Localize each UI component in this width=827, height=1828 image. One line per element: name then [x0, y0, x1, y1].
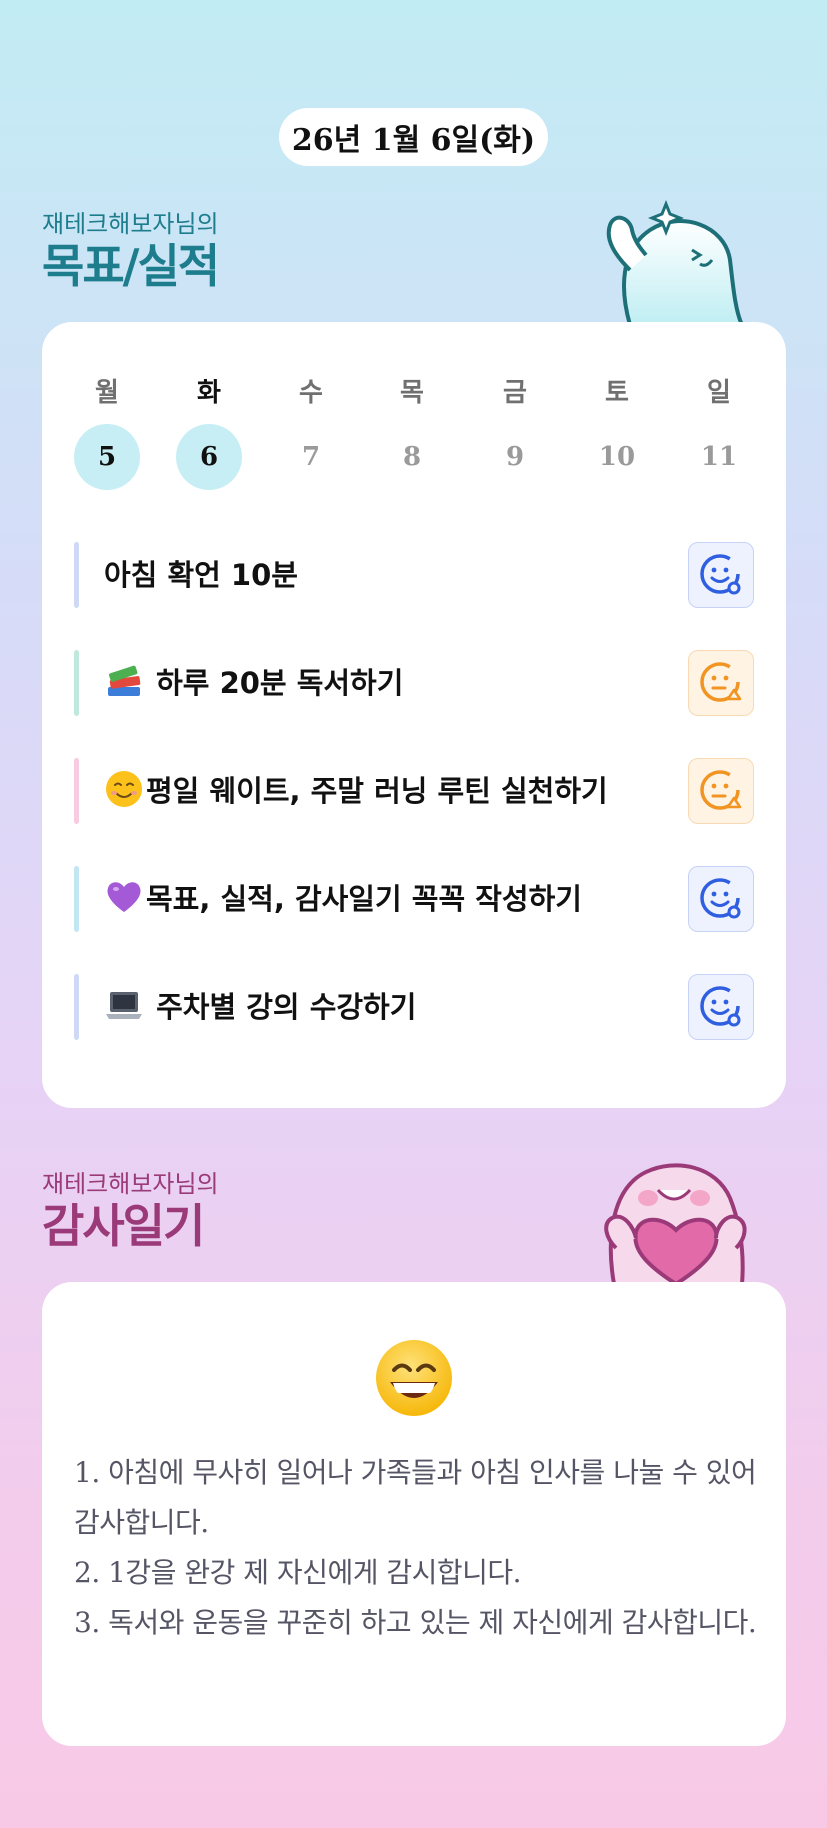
purple-heart-icon — [107, 882, 141, 912]
goal-label: 주차별 강의 수강하기 — [104, 974, 416, 1040]
weekday-label: 토 — [605, 378, 629, 408]
goal-item[interactable]: 주차별 강의 수강하기 — [74, 974, 754, 1040]
diary-line: 3. 독서와 운동을 꾸준히 하고 있는 제 자신에게 감사합니다. — [74, 1606, 757, 1639]
goal-text: 주차별 강의 수강하기 — [156, 990, 417, 1024]
status-meh-button[interactable] — [688, 758, 754, 824]
goal-bar — [74, 866, 79, 932]
status-smile-button[interactable] — [688, 866, 754, 932]
status-smile-button[interactable] — [688, 542, 754, 608]
date-cell[interactable]: 8 — [379, 424, 445, 490]
goal-text: 평일 웨이트, 주말 러닝 루틴 실천하기 — [146, 774, 608, 808]
goals-section-title: 목표/실적 — [42, 239, 220, 293]
books-icon — [108, 665, 141, 696]
goal-label: 평일 웨이트, 주말 러닝 루틴 실천하기 — [104, 758, 608, 824]
weekday-label: 월 — [95, 378, 119, 408]
goal-label: 하루 20분 독서하기 — [104, 650, 403, 716]
weekday-label: 일 — [707, 378, 731, 408]
goal-text: 하루 20분 독서하기 — [156, 666, 404, 700]
goal-label: 아침 확언 10분 — [104, 542, 298, 608]
smile-blue-icon — [700, 878, 741, 919]
goal-item[interactable]: 아침 확언 10분 — [74, 542, 754, 608]
smile-blue-icon — [700, 554, 741, 595]
ghost-mascot-icon — [606, 200, 745, 325]
goal-item[interactable]: 목표, 실적, 감사일기 꼭꼭 작성하기 — [74, 866, 754, 932]
status-meh-button[interactable] — [688, 650, 754, 716]
date-cell[interactable]: 7 — [278, 424, 344, 490]
goal-bar — [74, 974, 79, 1040]
diary-section-title: 감사일기 — [42, 1199, 205, 1253]
laptop-icon — [106, 992, 142, 1019]
date-cell[interactable]: 11 — [686, 424, 752, 490]
goal-label: 목표, 실적, 감사일기 꼭꼭 작성하기 — [104, 866, 582, 932]
goal-bar — [74, 650, 79, 716]
goal-bar — [74, 542, 79, 608]
date-row: 5 6 7 8 9 10 11 — [42, 424, 786, 490]
smile-blue-icon — [700, 986, 741, 1027]
grinning-face-icon — [376, 1340, 452, 1416]
date-cell[interactable]: 10 — [584, 424, 650, 490]
current-date: 26년 1월 6일(화) — [291, 123, 536, 158]
goals-card: 월 화 수 목 금 토 일 5 6 7 8 9 10 11 아침 확언 10분 — [42, 322, 786, 1108]
date-cell-selected[interactable]: 6 — [176, 424, 242, 490]
goal-text: 아침 확언 10분 — [104, 558, 298, 592]
status-smile-button[interactable] — [688, 974, 754, 1040]
goal-bar — [74, 758, 79, 824]
weekday-label: 금 — [503, 378, 527, 408]
smile-emoji-icon — [106, 771, 142, 807]
weekday-label: 목 — [400, 378, 424, 408]
weekday-label: 수 — [299, 378, 323, 408]
weekday-row: 월 화 수 목 금 토 일 — [42, 358, 786, 418]
meh-orange-icon — [700, 662, 742, 702]
date-pill: 26년 1월 6일(화) — [279, 108, 548, 166]
heart-mascot-icon — [604, 1163, 747, 1284]
weekday-label-active: 화 — [197, 378, 221, 408]
diary-line: 2. 1강을 완강 제 자신에게 감시합니다. — [74, 1556, 522, 1589]
date-cell[interactable]: 5 — [74, 424, 140, 490]
diary-card: 1. 아침에 무사히 일어나 가족들과 아침 인사를 나눌 수 있어 감사합니다… — [42, 1282, 786, 1746]
date-cell[interactable]: 9 — [482, 424, 548, 490]
goal-text: 목표, 실적, 감사일기 꼭꼭 작성하기 — [146, 882, 582, 916]
goal-item[interactable]: 하루 20분 독서하기 — [74, 650, 754, 716]
goal-item[interactable]: 평일 웨이트, 주말 러닝 루틴 실천하기 — [74, 758, 754, 824]
meh-orange-icon — [700, 770, 742, 810]
diary-line: 1. 아침에 무사히 일어나 가족들과 아침 인사를 나눌 수 있어 감사합니다… — [74, 1456, 757, 1539]
diary-text: 1. 아침에 무사히 일어나 가족들과 아침 인사를 나눌 수 있어 감사합니다… — [74, 1448, 764, 1648]
